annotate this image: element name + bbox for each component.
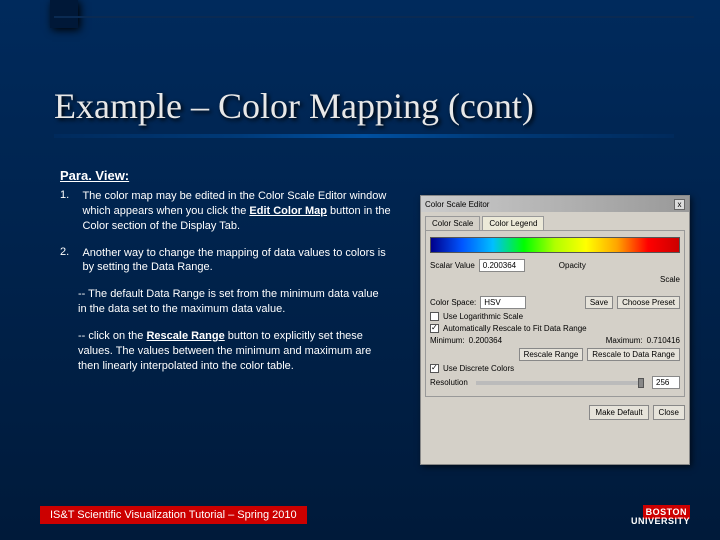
choose-preset-button[interactable]: Choose Preset (617, 296, 680, 309)
resolution-field[interactable]: 256 (652, 376, 680, 389)
list-number: 2. (60, 246, 78, 258)
boston-university-logo: BOSTON UNIVERSITY (631, 508, 690, 526)
resolution-slider[interactable] (476, 381, 644, 385)
colorspace-label: Color Space: (430, 298, 476, 307)
color-gradient-bar[interactable] (430, 237, 680, 253)
title-underline (54, 134, 674, 138)
list-item: The color map may be edited in the Color… (82, 189, 392, 234)
auto-rescale-label: Automatically Rescale to Fit Data Range (443, 324, 587, 333)
color-scale-editor-window: Color Scale Editor x Color Scale Color L… (420, 195, 690, 465)
close-button[interactable]: Close (653, 405, 685, 420)
rescale-range-button[interactable]: Rescale Range (519, 348, 584, 361)
corner-accent (50, 0, 78, 28)
close-icon[interactable]: x (674, 199, 685, 210)
minimum-value: 0.200364 (469, 336, 502, 345)
scale-label: Scale (660, 275, 680, 284)
save-button[interactable]: Save (585, 296, 613, 309)
log-scale-label: Use Logarithmic Scale (443, 312, 523, 321)
tab-body: Scalar Value 0.200364 Opacity Scale Colo… (425, 230, 685, 397)
maximum-label: Maximum: (606, 336, 643, 345)
scalar-value-field[interactable]: 0.200364 (479, 259, 525, 272)
discrete-colors-label: Use Discrete Colors (443, 364, 514, 373)
colorspace-select[interactable]: HSV (480, 296, 526, 309)
subheading: Para. View: (60, 168, 410, 183)
window-title: Color Scale Editor (425, 200, 489, 209)
divider (54, 16, 694, 18)
footer-banner: IS&T Scientific Visualization Tutorial –… (40, 506, 307, 524)
rescale-to-data-button[interactable]: Rescale to Data Range (587, 348, 680, 361)
opacity-label: Opacity (559, 261, 586, 270)
tab-color-legend[interactable]: Color Legend (482, 216, 544, 230)
tab-color-scale[interactable]: Color Scale (425, 216, 480, 230)
make-default-button[interactable]: Make Default (589, 405, 648, 420)
list-number: 1. (60, 189, 78, 201)
note: -- The default Data Range is set from th… (78, 287, 388, 317)
discrete-colors-checkbox[interactable] (430, 364, 439, 373)
resolution-label: Resolution (430, 378, 468, 387)
auto-rescale-checkbox[interactable] (430, 324, 439, 333)
body-text: Para. View: 1. The color map may be edit… (60, 168, 410, 385)
note: -- click on the Rescale Range button to … (78, 329, 388, 374)
log-scale-checkbox[interactable] (430, 312, 439, 321)
list-item: Another way to change the mapping of dat… (82, 246, 392, 276)
edit-color-map-ref: Edit Color Map (249, 205, 327, 217)
rescale-range-ref: Rescale Range (146, 330, 224, 342)
minimum-label: Minimum: (430, 336, 465, 345)
slide-title: Example – Color Mapping (cont) (54, 85, 534, 127)
window-titlebar[interactable]: Color Scale Editor x (421, 196, 689, 212)
scalar-value-label: Scalar Value (430, 261, 475, 270)
maximum-value: 0.710416 (647, 336, 680, 345)
